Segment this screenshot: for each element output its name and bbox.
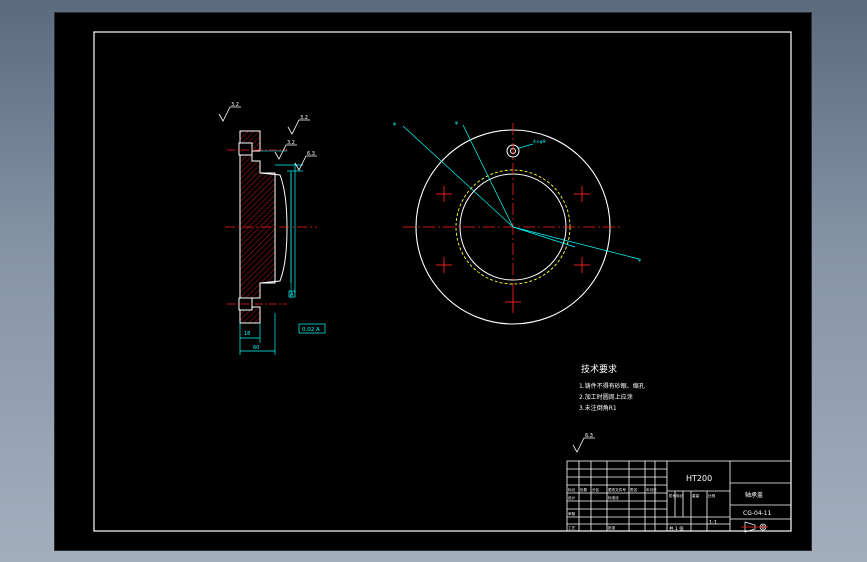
section-view: 18 60 A 0.02 A 3.2 3.2 3.2 6.3: [218, 102, 326, 355]
bolt-hole-top: [238, 142, 253, 156]
leader-label-3: 4×φ9: [533, 139, 546, 145]
roughness-symbol-4: 6.3: [294, 151, 317, 171]
leader-label-4: φ: [638, 258, 641, 263]
svg-text:3.2: 3.2: [231, 102, 239, 108]
label-weight: 重量: [692, 493, 700, 498]
front-view: φ φ 4×φ9 φ: [393, 121, 641, 325]
row-label-date: 年月日: [646, 487, 657, 492]
leader-label-2: φ: [455, 121, 458, 126]
roughness-symbol-3: 3.2: [274, 140, 297, 160]
leader-label-1: φ: [393, 122, 396, 127]
datum-letter: A: [290, 292, 294, 298]
outer-frame: [93, 31, 792, 532]
dim-left-width: 18: [244, 331, 250, 337]
row-label-sign: 签名: [630, 487, 638, 492]
svg-text:6.3: 6.3: [585, 433, 593, 439]
tech-item-3: 3.未注倒角R1: [579, 404, 617, 412]
label-approve: 批准: [608, 525, 616, 530]
label-ratio: 比例: [708, 493, 716, 498]
roughness-symbol-1: 3.2: [218, 102, 241, 122]
svg-text:3.2: 3.2: [287, 140, 295, 146]
tech-requirements: 技术要求 1.铸件不得有砂眼、缩孔 2.加工时圆周上应涂 3.未注倒角R1: [579, 363, 645, 412]
drawing-sheet: 18 60 A 0.02 A 3.2 3.2 3.2 6.3 φ φ 4×φ9 …: [55, 13, 811, 550]
row-label-zone: 分区: [592, 487, 600, 492]
roughness-symbol-2: 3.2: [287, 115, 310, 135]
label-review: 审核: [568, 511, 576, 516]
dim-bottom-width: 60: [253, 345, 259, 351]
drawing-number-text: CG-04-11: [743, 510, 772, 517]
row-label-change: 更改文件号: [608, 487, 626, 492]
label-stage: 阶段标记: [669, 493, 684, 498]
tech-item-1: 1.铸件不得有砂眼、缩孔: [579, 382, 645, 390]
part-name-text: 轴承盖: [745, 491, 763, 499]
tech-item-2: 2.加工时圆周上应涂: [579, 393, 633, 401]
sheet-text: 共 1 张: [669, 525, 684, 532]
label-standard: 标准化: [608, 495, 619, 500]
general-roughness: 6.3: [572, 433, 595, 453]
scale-text: 1:1: [709, 520, 717, 526]
row-label-count: 处数: [580, 487, 588, 492]
label-process: 工艺: [568, 525, 576, 530]
cad-drawing: 18 60 A 0.02 A 3.2 3.2 3.2 6.3 φ φ 4×φ9 …: [93, 31, 792, 533]
svg-text:6.3: 6.3: [307, 151, 315, 157]
row-label-mark: 标记: [568, 487, 576, 492]
tech-title: 技术要求: [581, 363, 617, 375]
svg-text:3.2: 3.2: [300, 115, 308, 121]
flatness-text: 0.02 A: [302, 327, 320, 333]
label-design: 设计: [568, 495, 576, 500]
material-text: HT200: [686, 474, 712, 483]
